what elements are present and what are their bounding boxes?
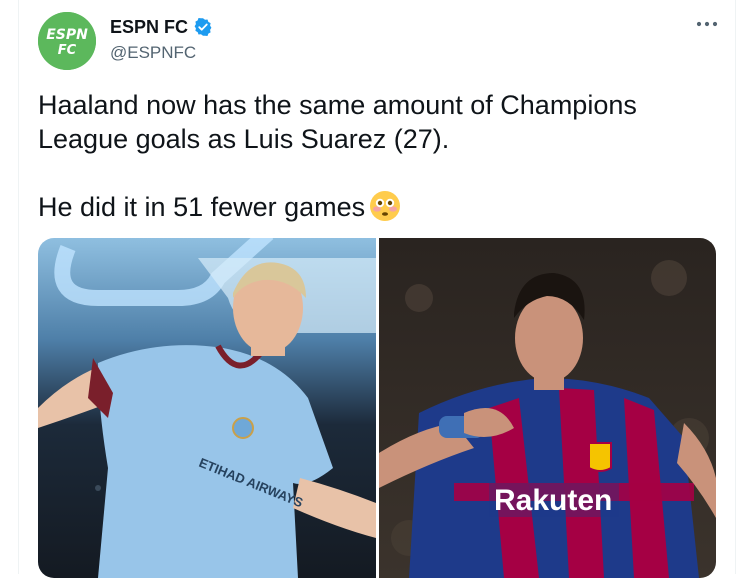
svg-text:FC: FC	[58, 43, 77, 58]
espn-fc-logo: ESPN FC	[38, 12, 96, 70]
tweet-line-2: He did it in 51 fewer games	[38, 190, 718, 224]
handle[interactable]: @ESPNFC	[110, 43, 213, 63]
tweet-text: Haaland now has the same amount of Champ…	[38, 88, 718, 224]
timeline-border-left	[18, 0, 19, 574]
tweet-line-2-text: He did it in 51 fewer games	[38, 192, 366, 222]
tweet-line-1: Haaland now has the same amount of Champ…	[38, 90, 637, 154]
suarez-photo[interactable]: Rakuten	[379, 238, 716, 578]
right-shirt-sponsor: Rakuten	[494, 484, 612, 517]
verified-badge-icon	[193, 17, 213, 37]
display-name[interactable]: ESPN FC	[110, 17, 188, 38]
svg-text:ESPN: ESPN	[46, 27, 88, 43]
more-options-icon[interactable]	[693, 14, 721, 34]
haaland-photo[interactable]: ETIHAD AIRWAYS	[38, 238, 376, 578]
flushed-face-emoji	[369, 190, 401, 222]
tweet-media[interactable]: ETIHAD AIRWAYS Rakuten	[38, 238, 716, 578]
timeline-border-right	[735, 0, 736, 574]
tweet-author: ESPN FC @ESPNFC	[110, 16, 213, 63]
avatar[interactable]: ESPN FC	[38, 12, 96, 70]
